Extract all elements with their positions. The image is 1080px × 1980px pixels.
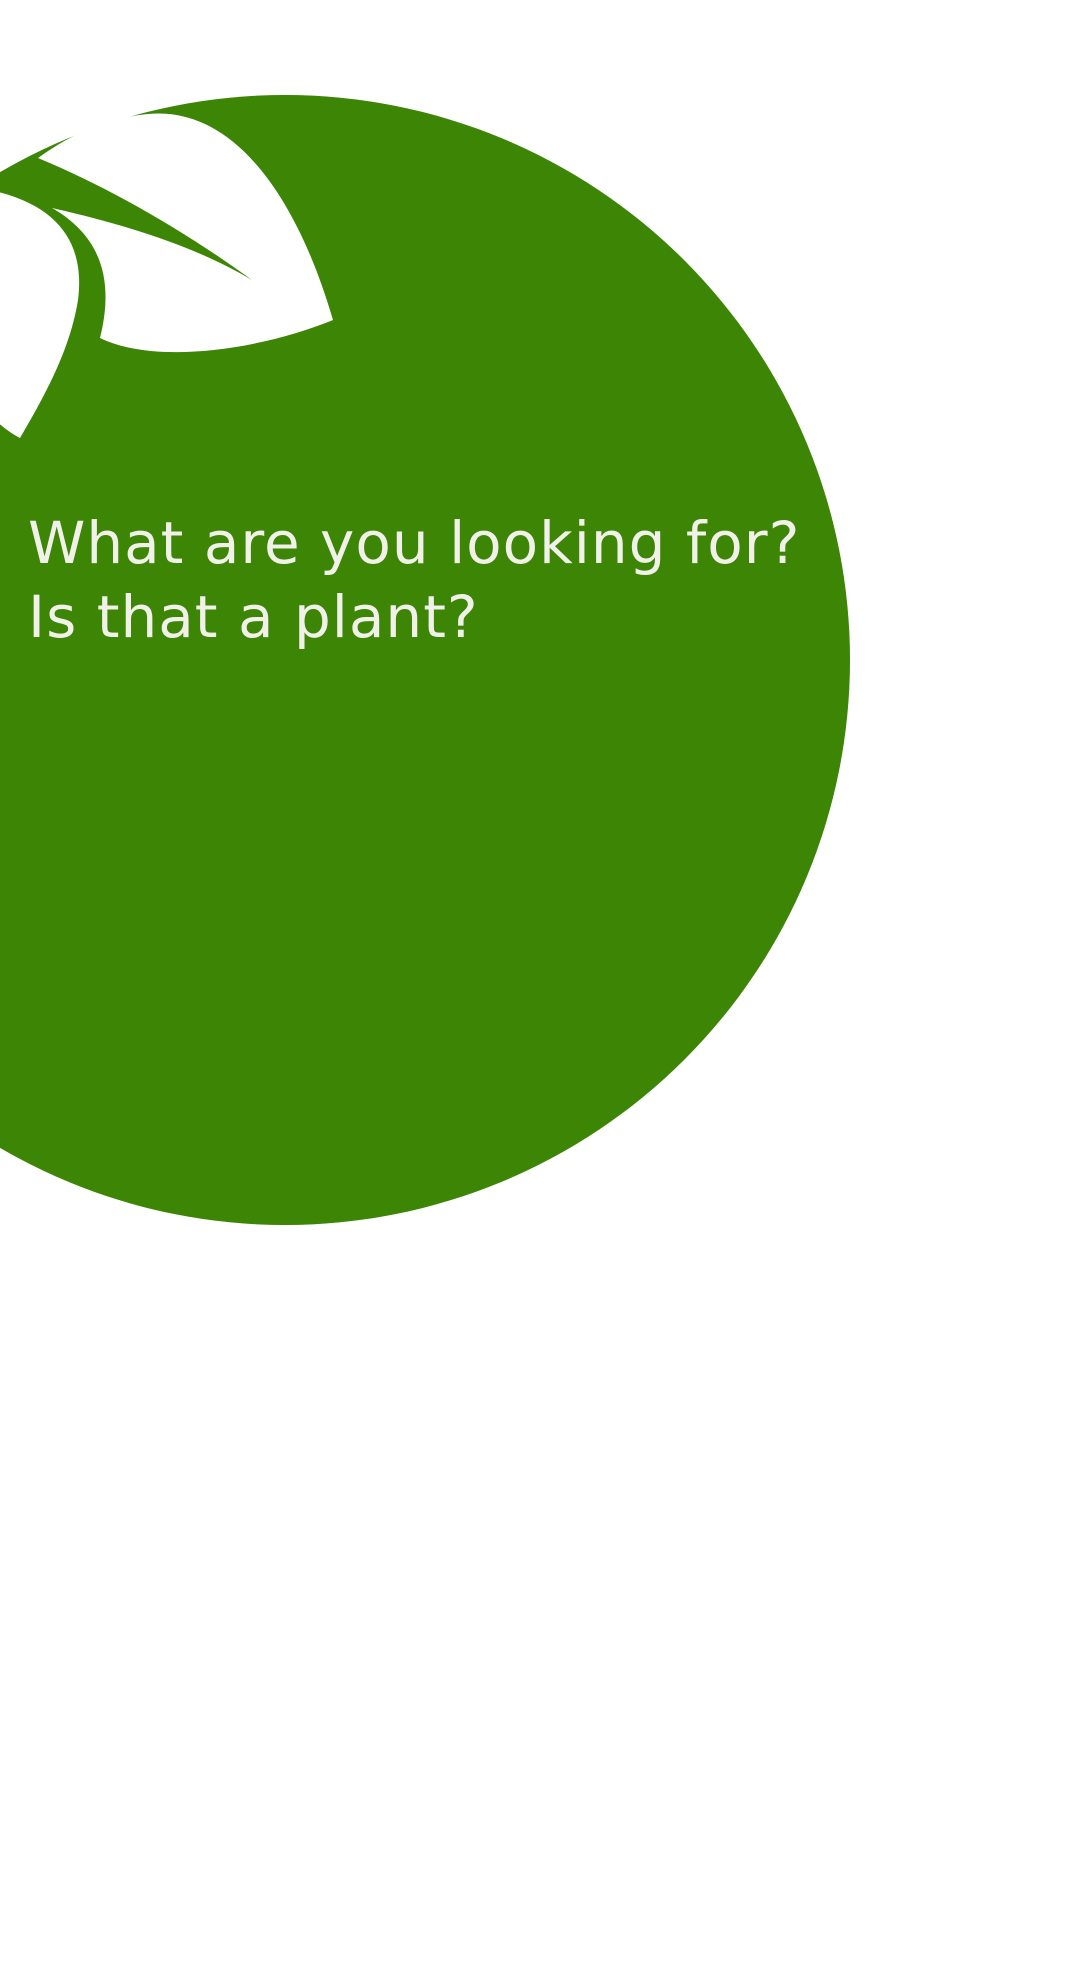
headline-line-2: Is that a plant? xyxy=(28,583,479,651)
headline: What are you looking for? Is that a plan… xyxy=(28,506,848,654)
welcome-screen: What are you looking for? Is that a plan… xyxy=(0,0,1080,1980)
headline-line-1: What are you looking for? xyxy=(28,509,801,577)
leaf-icon xyxy=(0,113,333,438)
